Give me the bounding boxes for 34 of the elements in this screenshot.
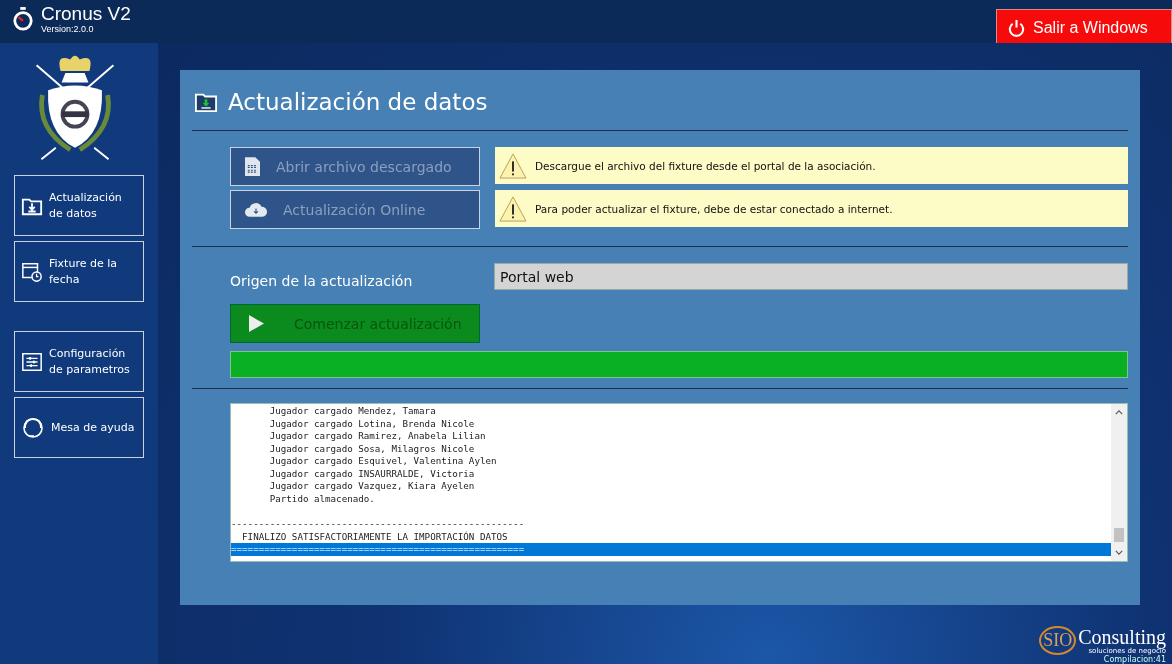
scrollbar[interactable]: [1111, 404, 1127, 561]
stopwatch-icon: [12, 7, 34, 31]
warning-icon: [499, 195, 527, 222]
warning-text: Descargue el archivo del fixture desde el portal de la asociación.: [535, 159, 876, 172]
log-line: Jugador cargado Mendez, Tamara: [268, 405, 437, 418]
build-label: Compilacion:41: [1103, 655, 1166, 664]
scroll-up-icon[interactable]: [1115, 410, 1123, 415]
sidebar-item[interactable]: Configuración de parametros: [14, 331, 144, 392]
log-line: Jugador cargado Sosa, Milagros Nicole: [268, 442, 476, 455]
warning-icon: [499, 152, 527, 179]
power-icon: [1007, 18, 1026, 38]
play-icon: [249, 315, 264, 332]
download-folder-icon: [194, 91, 218, 113]
log-line: FINALIZO SATISFACTORIAMENTE LA IMPORTACIÓN DATOS: [241, 530, 509, 543]
cloud-download-icon: [245, 202, 267, 217]
sidebar-item[interactable]: Fixture de la fecha: [14, 241, 144, 302]
log-line: -----------------------------------------------------: [231, 518, 526, 531]
sidebar-item[interactable]: Mesa de ayuda: [14, 397, 144, 458]
log-line: Jugador cargado INSAURRALDE, Victoria: [268, 467, 476, 480]
log-line: Jugador cargado Esquivel, Valentina Aylen: [268, 455, 498, 468]
panel-title: Actualización de datos: [228, 89, 488, 115]
scroll-thumb[interactable]: [1114, 528, 1124, 542]
origin-label: Origen de la actualización: [230, 271, 414, 289]
app-title: Cronus V2: [41, 4, 131, 24]
origin-field[interactable]: Portal web: [494, 263, 1128, 290]
scroll-down-icon[interactable]: [1115, 550, 1123, 555]
binary-file-icon: [245, 157, 260, 176]
log-line: Jugador cargado Lotina, Brenda Nicole: [268, 417, 476, 430]
log-line: Jugador cargado Ramirez, Anabela Lilian: [268, 430, 487, 443]
sidebar-item[interactable]: Actualización de datos: [14, 175, 144, 236]
log-line: Partido almacenado.: [268, 492, 376, 505]
log-line: Jugador cargado Vazquez, Kiara Ayelen: [268, 480, 476, 493]
warning-text: Para poder actualizar el fixture, debe de estar conectado a internet.: [535, 202, 893, 215]
version-label: Version:2.0.0: [41, 24, 95, 34]
